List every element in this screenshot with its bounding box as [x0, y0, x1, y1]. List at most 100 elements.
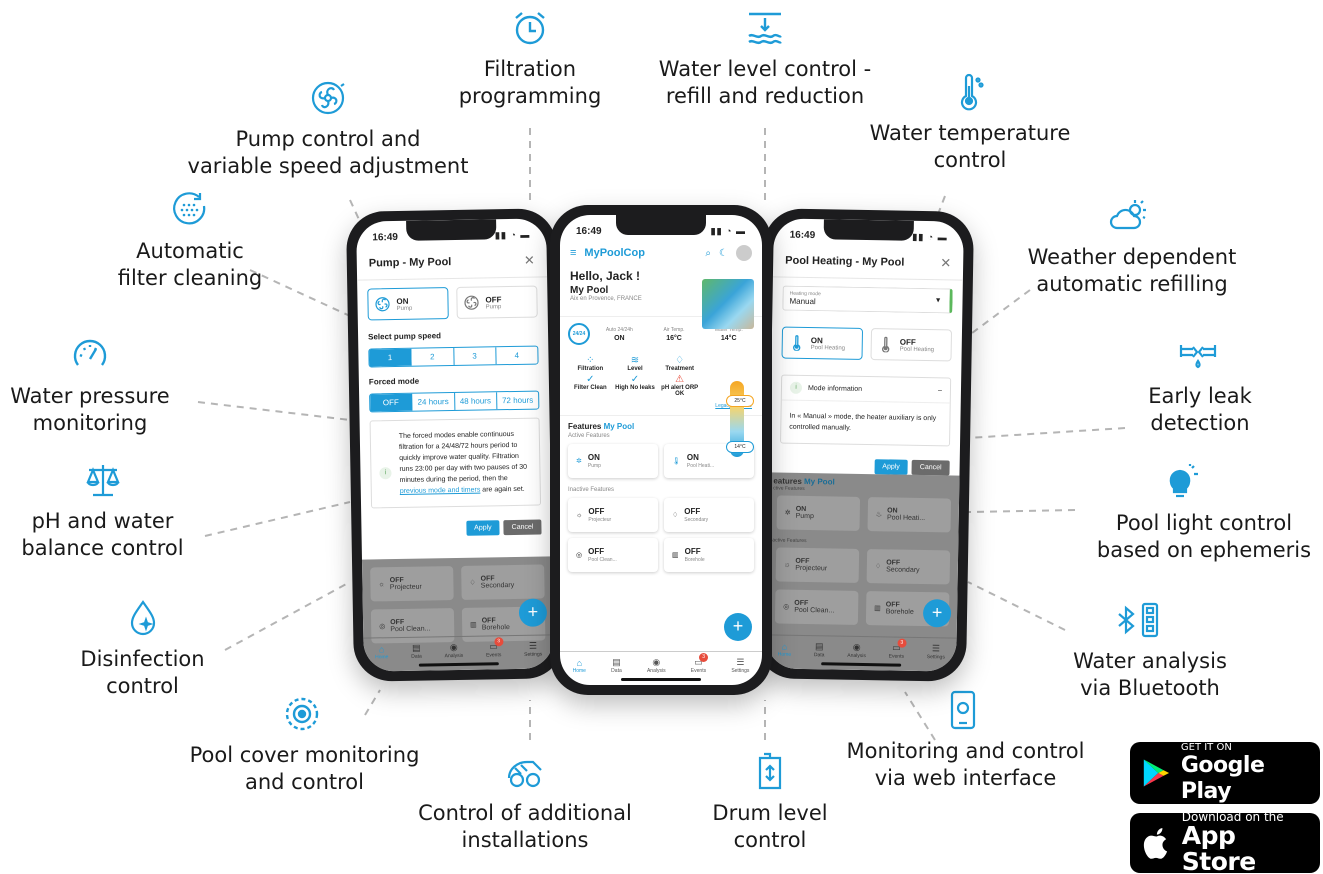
- forced-label: Forced mode: [368, 376, 420, 387]
- feature-light: Pool light control based on ephemeris: [1085, 462, 1323, 564]
- app-store-badge[interactable]: Download on the App Store: [1130, 811, 1320, 874]
- checkmark-icon: ✓: [586, 374, 595, 385]
- accordion-header[interactable]: i Mode information –: [781, 375, 951, 404]
- feature-drum: Drum level control: [695, 752, 845, 854]
- bluetooth-icon: [1113, 600, 1169, 640]
- feature-disinfection: Disinfection control: [60, 598, 225, 700]
- signal-wifi-battery-icon: ▮▮ ◔ ▬: [912, 231, 948, 242]
- alarm-clock-icon: [510, 8, 550, 48]
- tab-home[interactable]: ⌂ Home: [375, 644, 388, 660]
- info-icon: i: [379, 467, 392, 480]
- tab-home[interactable]: ⌂ Home: [573, 658, 586, 674]
- bg-tile-secondary: ♢ OFF Secondary: [461, 564, 545, 600]
- feature-tile-pool-cleaner[interactable]: ◎ OFF Pool Clean...: [568, 538, 658, 572]
- dimmed-background: eatures My Pool ctive Features ✲ ON Pump ♨…: [766, 472, 960, 672]
- robot-cleaner-icon: ◎: [783, 603, 790, 611]
- app-header: ≡ MyPoolCop ⌕ ☾: [560, 241, 762, 265]
- bulb-icon: ☼: [783, 561, 791, 569]
- apply-button[interactable]: Apply: [466, 520, 500, 536]
- moon-icon[interactable]: ☾: [719, 248, 728, 259]
- tab-events[interactable]: ▭ 3 Events: [486, 637, 504, 658]
- mode-24-icon: 24/24: [568, 323, 590, 345]
- tab-settings[interactable]: ☰ Settings: [927, 643, 945, 660]
- mode-info-accordion: i Mode information – In « Manual » mode,…: [780, 374, 952, 447]
- drum-icon: [750, 752, 790, 792]
- menu-icon[interactable]: ≡: [570, 247, 576, 259]
- tab-events[interactable]: ▭ 3 Events: [691, 653, 709, 674]
- feature-water-level: Water level control - refill and reducti…: [640, 8, 890, 110]
- pipe-leak-icon: [1178, 335, 1218, 375]
- checkmark-icon: ✓: [630, 374, 640, 385]
- search-icon[interactable]: ⌕: [705, 248, 711, 259]
- feature-tile-projecteur[interactable]: ☼ OFF Projecteur: [568, 498, 658, 532]
- heating-on-tile[interactable]: ON Pool Heating: [781, 326, 864, 360]
- avatar[interactable]: [736, 245, 752, 261]
- speed-option-2[interactable]: 2: [411, 348, 455, 366]
- previous-mode-link[interactable]: previous mode and timers: [400, 487, 481, 495]
- speed-option-1[interactable]: 1: [369, 348, 412, 367]
- add-fab-button[interactable]: +: [724, 613, 752, 641]
- connector-line: [197, 401, 351, 421]
- modal-title: Pool Heating - My Pool: [785, 254, 905, 269]
- borehole-icon: ▥: [672, 552, 679, 559]
- web-device-icon: [943, 690, 983, 730]
- tab-data[interactable]: ▤ Data: [411, 643, 422, 660]
- robot-cleaner-icon: ◎: [379, 623, 386, 631]
- gauge-high-label: 25°C: [726, 395, 754, 407]
- check-treatment-title: ♢ Treatment: [657, 355, 702, 372]
- tab-analysis[interactable]: ◉ Analysis: [444, 641, 464, 659]
- cancel-button[interactable]: Cancel: [503, 519, 542, 536]
- feature-pressure: Water pressure monitoring: [0, 335, 180, 437]
- heating-off-tile[interactable]: OFF Pool Heating: [870, 328, 953, 362]
- bulb-icon: ☼: [576, 511, 583, 519]
- thermometer-icon: ♨: [875, 511, 883, 519]
- pump-off-tile[interactable]: OFF Pump: [456, 285, 538, 319]
- warning-icon: ⚠: [675, 374, 685, 385]
- tab-home[interactable]: ⌂ Home: [778, 641, 792, 657]
- droplet-sparkle-icon: [123, 598, 163, 638]
- feature-weather: Weather dependent automatic refilling: [1012, 196, 1252, 298]
- pump-on-tile[interactable]: ON Pump: [367, 287, 449, 321]
- feature-tile-pump[interactable]: ✲ ON Pump: [568, 444, 658, 478]
- speed-option-4[interactable]: 4: [496, 347, 538, 365]
- feature-filter-cleaning: Automatic filter cleaning: [90, 190, 290, 292]
- caret-down-icon: ▼: [934, 297, 942, 305]
- tab-settings[interactable]: ☰ Settings: [731, 657, 749, 674]
- close-icon[interactable]: ✕: [940, 255, 951, 271]
- heating-mode-select[interactable]: Heating mode Manual ▼: [782, 285, 953, 314]
- check-filtration-title: ⁘ Filtration: [568, 355, 613, 372]
- feature-tile-secondary[interactable]: ♢ OFF Secondary: [664, 498, 754, 532]
- robot-cleaner-icon: ◎: [576, 552, 583, 559]
- apply-button[interactable]: Apply: [874, 459, 908, 475]
- tab-events[interactable]: ▭ 3 Events: [889, 638, 907, 660]
- settings-icon: ☰: [528, 640, 538, 651]
- borehole-icon: ▥: [470, 621, 477, 629]
- cancel-button[interactable]: Cancel: [911, 459, 950, 476]
- google-play-badge[interactable]: GET IT ON Google Play: [1130, 742, 1320, 804]
- data-icon: ▤: [612, 657, 621, 667]
- tab-analysis[interactable]: ◉ Analysis: [847, 642, 866, 659]
- tab-data[interactable]: ▤ Data: [611, 657, 622, 674]
- events-badge: 3: [494, 637, 504, 647]
- modal-title: Pump - My Pool: [368, 256, 452, 270]
- data-icon: ▤: [814, 641, 824, 652]
- speed-selector: 1 2 3 4: [368, 345, 539, 368]
- close-icon[interactable]: ✕: [524, 253, 535, 269]
- tab-settings[interactable]: ☰ Settings: [524, 641, 542, 658]
- inactive-features-label: Inactive Features: [568, 487, 615, 493]
- feature-tile-borehole[interactable]: ▥ OFF Borehole: [664, 538, 754, 572]
- forced-off[interactable]: OFF: [370, 393, 413, 412]
- analysis-icon: ◉: [652, 657, 661, 667]
- settings-icon: ☰: [736, 657, 745, 667]
- bg-tile-pool-cleaner: ◎ OFF Pool Clean...: [774, 589, 859, 625]
- speed-option-3[interactable]: 3: [453, 347, 497, 366]
- forced-72h[interactable]: 72 hours: [497, 392, 539, 410]
- droplet-icon: ♢: [469, 579, 476, 587]
- tab-data[interactable]: ▤ Data: [814, 641, 825, 658]
- apple-icon: [1143, 828, 1168, 859]
- phone-pump: 16:49 ▮▮ ◔ ▬ Pump - My Pool ✕ ON Pump OFF P…: [345, 208, 565, 682]
- tab-analysis[interactable]: ◉ Analysis: [647, 657, 666, 674]
- forced-48h[interactable]: 48 hours: [454, 392, 498, 410]
- forced-24h[interactable]: 24 hours: [412, 392, 455, 411]
- analysis-icon: ◉: [449, 641, 458, 653]
